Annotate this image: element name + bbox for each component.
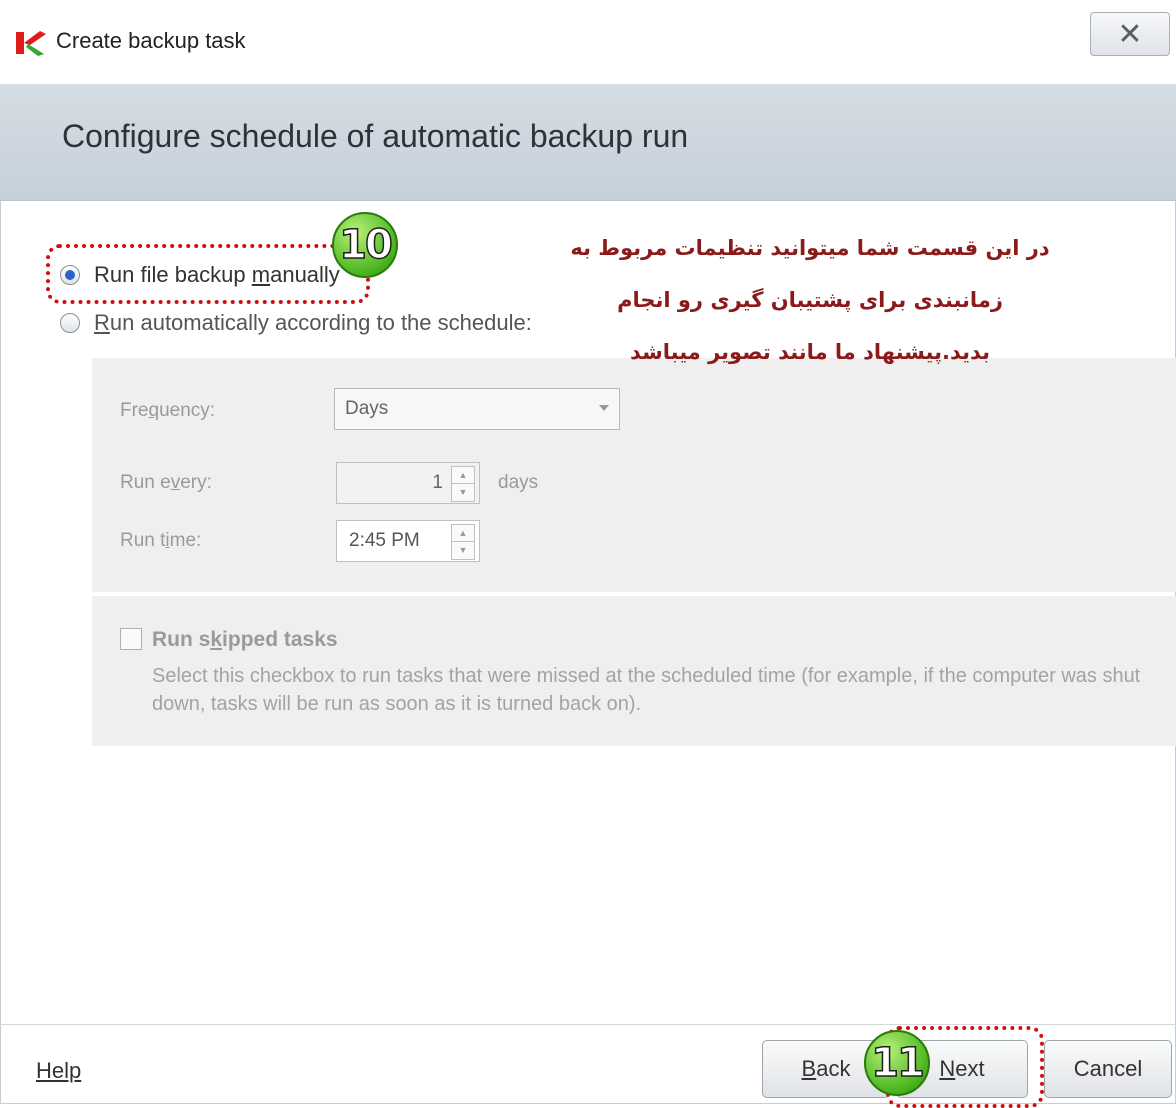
run-every-unit: days xyxy=(498,472,539,493)
frequency-value: Days xyxy=(345,398,389,419)
close-icon: ✕ xyxy=(1117,17,1143,51)
kaspersky-logo-icon xyxy=(16,31,46,56)
step-badge-10: 10 xyxy=(332,212,398,278)
stepper-buttons[interactable]: ▲ ▼ xyxy=(451,466,475,502)
run-time-stepper[interactable]: 2:45 PM ▲ ▼ xyxy=(336,520,480,562)
frequency-select[interactable]: Days xyxy=(334,388,620,430)
page-title: Configure schedule of automatic backup r… xyxy=(62,118,689,154)
time-stepper-buttons[interactable]: ▲ ▼ xyxy=(451,524,475,560)
run-every-value: 1 xyxy=(432,472,443,493)
run-time-value: 2:45 PM xyxy=(349,530,420,551)
step-badge-11: 11 xyxy=(864,1030,930,1096)
schedule-panel xyxy=(92,358,1176,592)
run-time-label: Run time: xyxy=(120,530,202,551)
annotation-line: زمانبندی برای پشتیبان گیری رو انجام xyxy=(617,288,1003,312)
run-every-label: Run every: xyxy=(120,472,212,493)
run-skipped-description: Select this checkbox to run tasks that w… xyxy=(152,665,1141,715)
chevron-down-icon xyxy=(599,405,609,411)
window-title: Create backup task xyxy=(56,28,246,53)
title-bar: Create backup task ✕ xyxy=(0,0,1176,84)
run-skipped-label: Run skipped tasks xyxy=(152,628,338,651)
radio-auto-label: Run automatically according to the sched… xyxy=(94,310,532,335)
time-down-icon[interactable]: ▼ xyxy=(452,542,474,558)
help-link[interactable]: Help xyxy=(36,1058,81,1084)
annotation-line: بدید.پیشنهاد ما مانند تصویر میباشد xyxy=(629,340,991,364)
radio-unselected-icon[interactable] xyxy=(60,313,80,333)
run-every-stepper[interactable]: 1 ▲ ▼ xyxy=(336,462,480,504)
stepper-down-icon[interactable]: ▼ xyxy=(452,484,474,500)
annotation-line: در این قسمت شما میتوانید تنظیمات مربوط ب… xyxy=(570,236,1050,260)
close-button[interactable]: ✕ xyxy=(1090,12,1170,56)
stepper-up-icon[interactable]: ▲ xyxy=(452,467,474,484)
radio-run-automatically[interactable]: Run automatically according to the sched… xyxy=(60,310,532,336)
footer-divider xyxy=(0,1024,1176,1025)
time-up-icon[interactable]: ▲ xyxy=(452,525,474,542)
header-band: Configure schedule of automatic backup r… xyxy=(0,84,1176,201)
highlight-manual-option xyxy=(46,244,370,304)
frequency-label: Frequency: xyxy=(120,400,216,421)
annotation-text: در این قسمت شما میتوانید تنظیمات مربوط ب… xyxy=(560,222,1060,378)
cancel-button[interactable]: Cancel xyxy=(1044,1040,1172,1098)
run-skipped-checkbox[interactable] xyxy=(120,628,142,650)
